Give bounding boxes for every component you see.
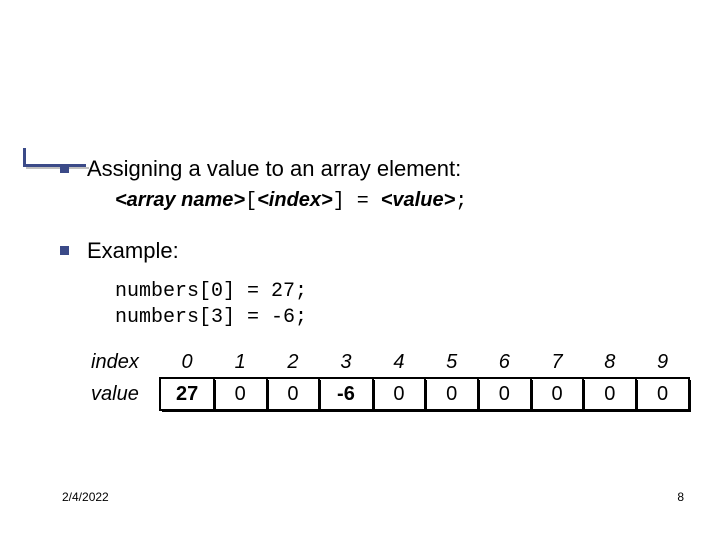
syntax-index: <index>	[257, 189, 333, 211]
index-cell: 7	[531, 347, 584, 378]
index-cell: 0	[160, 347, 214, 378]
value-cell: 0	[373, 378, 426, 410]
value-cell: -6	[319, 378, 372, 410]
value-row-label: value	[87, 378, 160, 410]
slide: Assigning a value to an array element: <…	[0, 0, 720, 540]
footer-date: 2/4/2022	[62, 490, 109, 504]
index-cell: 5	[425, 347, 478, 378]
bullet-2-text: Example:	[87, 237, 179, 265]
index-cell: 8	[583, 347, 636, 378]
syntax-array-name: <array name>	[115, 189, 245, 211]
syntax-value: <value>	[381, 189, 456, 211]
footer-page-number: 8	[677, 490, 684, 504]
value-cell: 0	[425, 378, 478, 410]
bullet-1-text: Assigning a value to an array element:	[87, 155, 461, 183]
index-cell: 1	[214, 347, 267, 378]
value-cell: 0	[583, 378, 636, 410]
square-bullet-icon	[60, 246, 69, 255]
syntax-line: <array name>[<index>] = <value>;	[115, 187, 690, 215]
index-cell: 9	[636, 347, 689, 378]
index-row: index 0 1 2 3 4 5 6 7 8 9	[87, 347, 689, 378]
content-area: Assigning a value to an array element: <…	[60, 155, 690, 411]
value-cell: 0	[478, 378, 531, 410]
index-cell: 3	[319, 347, 372, 378]
syntax-semicolon: ;	[455, 190, 467, 213]
value-cell: 27	[160, 378, 214, 410]
code-line-2: numbers[3] = -6;	[115, 305, 690, 331]
array-table: index 0 1 2 3 4 5 6 7 8 9 value 27 0 0 -…	[87, 347, 690, 411]
code-line-1: numbers[0] = 27;	[115, 279, 690, 305]
index-cell: 2	[267, 347, 320, 378]
value-cell: 0	[267, 378, 320, 410]
square-bullet-icon	[60, 164, 69, 173]
bullet-1: Assigning a value to an array element:	[60, 155, 690, 183]
value-cell: 0	[636, 378, 689, 410]
value-cell: 0	[531, 378, 584, 410]
index-cell: 6	[478, 347, 531, 378]
syntax-bracket-close-eq: ] =	[333, 190, 381, 213]
index-cell: 4	[373, 347, 426, 378]
bullet-2: Example:	[60, 237, 690, 265]
index-row-label: index	[87, 347, 160, 378]
syntax-bracket-open: [	[245, 190, 257, 213]
value-cell: 0	[214, 378, 267, 410]
value-row: value 27 0 0 -6 0 0 0 0 0 0	[87, 378, 689, 410]
